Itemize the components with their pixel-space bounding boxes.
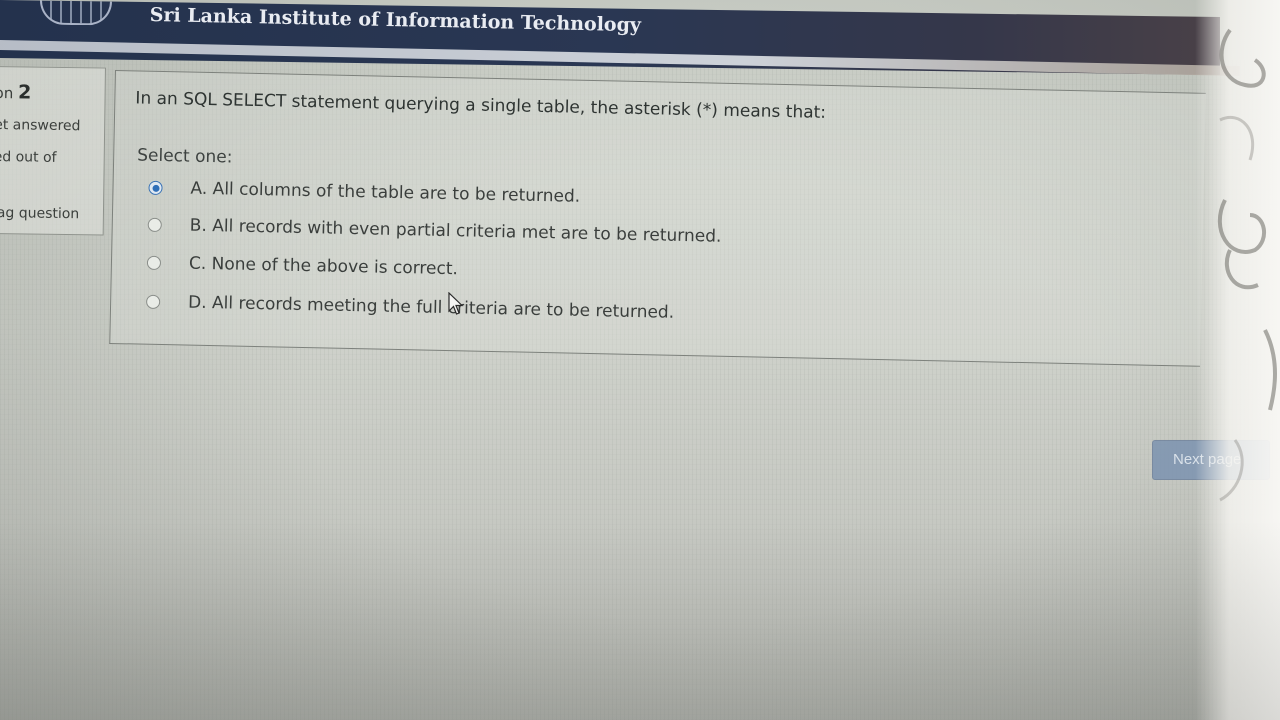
question-number: 2 — [17, 81, 32, 104]
answer-option-d[interactable]: D. All records meeting the full criteria… — [146, 290, 674, 325]
radio-a[interactable] — [148, 180, 163, 196]
answer-option-c-label: C. None of the above is correct. — [188, 253, 459, 280]
select-one-prompt: Select one: — [137, 145, 233, 168]
question-status: et answered — [0, 117, 81, 135]
flag-question-link[interactable]: lag question — [0, 205, 79, 222]
mouse-pointer-icon — [448, 292, 464, 315]
answer-option-a[interactable]: A. All columns of the table are to be re… — [148, 176, 580, 209]
question-box: In an SQL SELECT statement querying a si… — [109, 70, 1206, 367]
question-mark: ed out of — [0, 149, 57, 166]
answer-option-b-label: B. All records with even partial criteri… — [189, 215, 722, 247]
answer-option-c[interactable]: C. None of the above is correct. — [146, 251, 459, 282]
bottom-shadow — [0, 520, 1280, 720]
question-number-label: on 2 — [0, 81, 32, 104]
answer-option-d-label: D. All records meeting the full criteria… — [187, 292, 675, 323]
screen: Sri Lanka Institute of Information Techn… — [0, 0, 1280, 720]
question-info-panel: on 2 et answered ed out of lag question — [0, 66, 106, 236]
question-text: In an SQL SELECT statement querying a si… — [135, 88, 827, 123]
answer-option-b[interactable]: B. All records with even partial criteri… — [147, 213, 722, 249]
institute-logo-icon — [40, 0, 112, 26]
answer-option-a-label: A. All columns of the table are to be re… — [190, 178, 581, 207]
radio-b[interactable] — [147, 217, 162, 233]
radio-c[interactable] — [146, 255, 162, 271]
question-panel: In an SQL SELECT statement querying a si… — [109, 70, 1215, 383]
next-page-button[interactable]: Next page — [1152, 440, 1270, 480]
question-number-prefix: on — [0, 84, 14, 103]
radio-d[interactable] — [146, 294, 161, 309]
